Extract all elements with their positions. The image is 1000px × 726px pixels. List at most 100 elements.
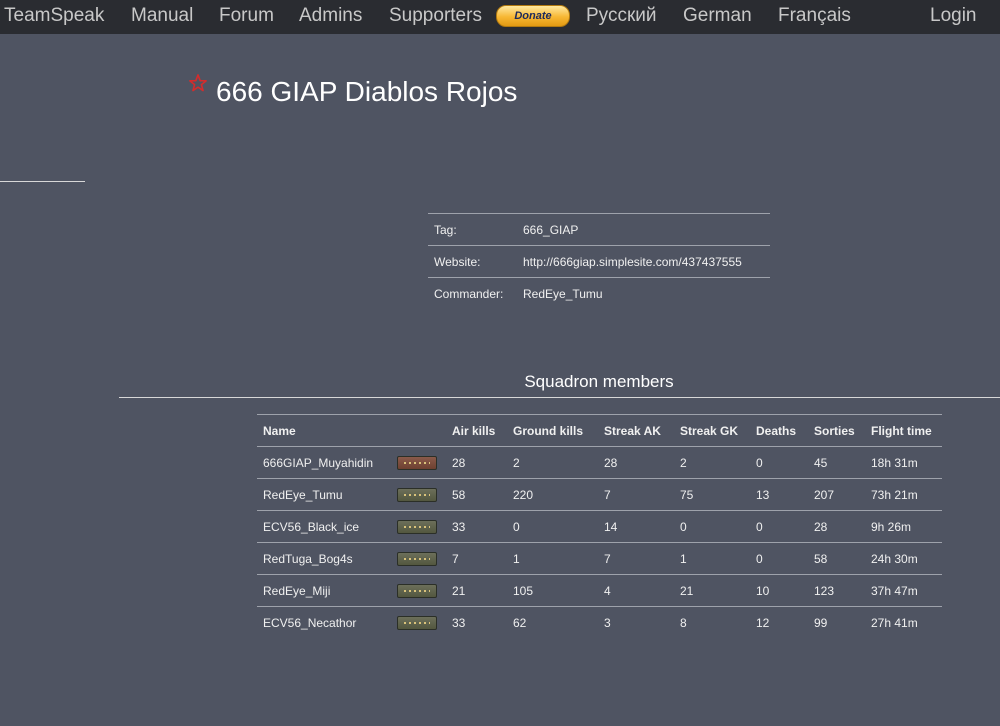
cell-streak-gk: 1 — [674, 542, 750, 575]
cell-streak-ak: 28 — [598, 446, 674, 479]
nav-manual[interactable]: Manual — [131, 5, 193, 27]
cell-sorties: 99 — [814, 615, 828, 630]
cell-streak-ak: 3 — [604, 615, 611, 630]
cell-ground-kills: 0 — [507, 510, 598, 543]
commander-link[interactable]: RedEye_Tumu — [517, 277, 770, 309]
info-row-commander: Commander: RedEye_Tumu — [428, 277, 770, 309]
website-link[interactable]: http://666giap.simplesite.com/437437555 — [517, 245, 770, 278]
login-link[interactable]: Login — [930, 5, 977, 27]
donate-button[interactable]: Donate — [496, 5, 570, 27]
column-header-deaths[interactable]: Deaths — [750, 414, 808, 447]
nav-teamspeak[interactable]: TeamSpeak — [4, 5, 104, 27]
cell-deaths: 13 — [750, 478, 808, 511]
member-name-cell: ECV56_Black_ice — [257, 510, 446, 543]
nav-language-german[interactable]: German — [683, 5, 752, 27]
column-header-air-kills[interactable]: Air kills — [446, 414, 507, 447]
cell-flight-time: 37h 47m — [865, 574, 942, 607]
member-name-cell: RedEye_Tumu — [257, 478, 446, 511]
cell-deaths: 0 — [750, 542, 808, 575]
info-value: 666_GIAP — [517, 213, 770, 246]
column-header-ground-kills[interactable]: Ground kills — [507, 414, 598, 447]
member-name-cell: RedEye_Miji — [257, 574, 446, 607]
table-row: 666GIAP_Muyahidin 28 2 28 2 0 45 18h 31m — [257, 446, 942, 479]
cell-air-kills: 28 — [446, 446, 507, 479]
cell-flight-time: 27h 41m — [871, 615, 918, 630]
cell-deaths: 0 — [750, 510, 808, 543]
nav-supporters[interactable]: Supporters — [389, 5, 482, 27]
table-row: RedEye_Tumu 58 220 7 75 13 207 73h 21m — [257, 478, 942, 511]
info-label: Commander: — [428, 277, 517, 309]
column-header-flight-time[interactable]: Flight time — [865, 414, 942, 447]
info-label: Website: — [428, 245, 517, 278]
cell-ground-kills: 1 — [507, 542, 598, 575]
cell-air-kills: 58 — [446, 478, 507, 511]
table-row: ECV56_Necathor 33 62 3 8 12 99 27h 41m — [257, 607, 942, 639]
squadron-info-table: Tag: 666_GIAP Website: http://666giap.si… — [428, 213, 770, 309]
table-row: ECV56_Black_ice 33 0 14 0 0 28 9h 26m — [257, 510, 942, 543]
column-header-name[interactable]: Name — [257, 414, 446, 447]
cell-flight-time: 9h 26m — [865, 510, 942, 543]
member-name-link[interactable]: RedEye_Miji — [263, 584, 330, 598]
nav-admins[interactable]: Admins — [299, 5, 362, 27]
top-navigation: TeamSpeak Manual Forum Admins Supporters… — [0, 0, 1000, 34]
cell-deaths: 10 — [750, 574, 808, 607]
cell-air-kills: 33 — [446, 510, 507, 543]
column-header-sorties[interactable]: Sorties — [808, 414, 865, 447]
column-header-streak-ak[interactable]: Streak AK — [598, 414, 674, 447]
cell-streak-ak: 14 — [598, 510, 674, 543]
member-name-link[interactable]: RedEye_Tumu — [263, 488, 343, 502]
cell-streak-ak: 4 — [598, 574, 674, 607]
member-name-link[interactable]: ECV56_Necathor — [263, 616, 356, 630]
cell-air-kills: 21 — [446, 574, 507, 607]
nav-forum[interactable]: Forum — [219, 5, 274, 27]
info-row-website: Website: http://666giap.simplesite.com/4… — [428, 245, 770, 278]
cell-sorties: 207 — [808, 478, 865, 511]
member-name-link[interactable]: 666GIAP_Muyahidin — [263, 456, 373, 470]
members-table: Name Air kills Ground kills Streak AK St… — [257, 414, 942, 638]
member-name-link[interactable]: RedTuga_Bog4s — [263, 552, 353, 566]
member-name-cell: 666GIAP_Muyahidin — [257, 446, 446, 479]
rank-badge-icon — [397, 488, 437, 502]
info-label: Tag: — [428, 213, 517, 246]
cell-streak-gk: 2 — [674, 446, 750, 479]
rank-badge-icon — [397, 456, 437, 470]
cell-streak-gk: 75 — [674, 478, 750, 511]
squadron-title: 666 GIAP Diablos Rojos — [216, 76, 518, 107]
cell-flight-time: 24h 30m — [865, 542, 942, 575]
cell-deaths: 12 — [756, 615, 770, 630]
cell-ground-kills: 2 — [507, 446, 598, 479]
cell-ground-kills: 105 — [507, 574, 598, 607]
member-name-cell: ECV56_Necathor — [257, 607, 446, 639]
table-header-row: Name Air kills Ground kills Streak AK St… — [257, 414, 942, 447]
cell-deaths: 0 — [750, 446, 808, 479]
divider — [0, 181, 85, 182]
rank-badge-icon — [397, 616, 437, 630]
divider — [119, 397, 1000, 398]
cell-flight-time: 73h 21m — [865, 478, 942, 511]
red-star-icon — [189, 74, 207, 92]
cell-ground-kills: 62 — [513, 615, 527, 630]
cell-sorties: 58 — [808, 542, 865, 575]
members-heading: Squadron members — [524, 372, 674, 391]
cell-streak-gk: 0 — [674, 510, 750, 543]
rank-badge-icon — [397, 520, 437, 534]
info-row-tag: Tag: 666_GIAP — [428, 213, 770, 246]
cell-ground-kills: 220 — [507, 478, 598, 511]
nav-language-french[interactable]: Français — [778, 5, 851, 27]
cell-sorties: 28 — [808, 510, 865, 543]
cell-streak-ak: 7 — [598, 542, 674, 575]
cell-sorties: 123 — [808, 574, 865, 607]
cell-flight-time: 18h 31m — [865, 446, 942, 479]
table-row: RedEye_Miji 21 105 4 21 10 123 37h 47m — [257, 574, 942, 607]
member-name-link[interactable]: ECV56_Black_ice — [263, 520, 359, 534]
column-header-streak-gk[interactable]: Streak GK — [674, 414, 750, 447]
cell-air-kills: 7 — [446, 542, 507, 575]
cell-streak-ak: 7 — [598, 478, 674, 511]
member-name-cell: RedTuga_Bog4s — [257, 542, 446, 575]
cell-streak-gk: 8 — [680, 615, 687, 630]
cell-sorties: 45 — [808, 446, 865, 479]
rank-badge-icon — [397, 584, 437, 598]
cell-streak-gk: 21 — [674, 574, 750, 607]
cell-air-kills: 33 — [452, 615, 466, 630]
nav-language-russian[interactable]: Русский — [586, 5, 657, 27]
